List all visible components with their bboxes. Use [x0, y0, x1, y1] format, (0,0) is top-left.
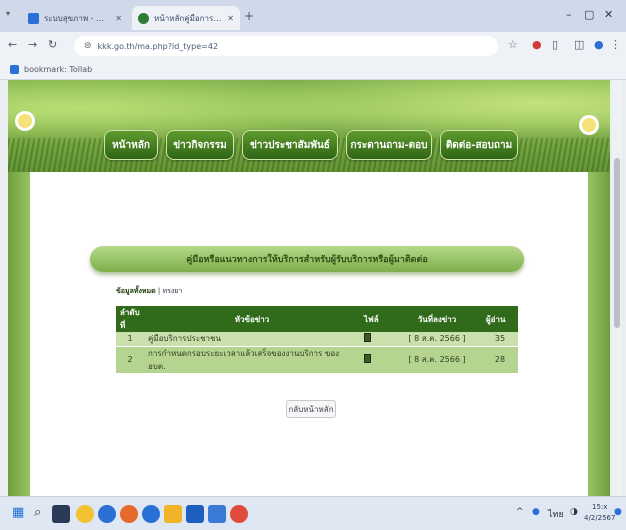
file-download-icon[interactable]	[364, 354, 371, 363]
address-bar-row: ← → ↻ ⊜ kkk.go.th/ma.php?id_type=42 ☆ ● …	[0, 32, 626, 60]
menu-contact[interactable]: ติดต่อ-สอบถาม	[440, 130, 518, 160]
sidepanel-icon[interactable]: ◫	[574, 38, 584, 51]
row-reads: 35	[482, 332, 518, 347]
extension-icon[interactable]: ●	[532, 38, 542, 51]
network-icon[interactable]: ●	[532, 507, 540, 517]
breadcrumb-link[interactable]: ข้อมูลทั้งหมด	[116, 287, 156, 295]
file-download-icon[interactable]	[364, 333, 371, 343]
flower-icon	[18, 114, 32, 128]
row-number: 1	[116, 332, 144, 347]
close-icon[interactable]: ✕	[115, 14, 122, 23]
reload-icon[interactable]: ↻	[48, 38, 57, 51]
os-taskbar: ▦ ⌕ ^ ● ไทย ◑ 15:x 4/2/2567 ●	[0, 496, 626, 530]
bookmark-bar: bookmark: Tollab	[0, 60, 626, 80]
menu-icon[interactable]: ⋮	[610, 38, 621, 51]
edge-icon[interactable]	[142, 505, 160, 523]
row-file-cell	[360, 332, 392, 347]
search-icon[interactable]: ⌕	[34, 505, 41, 520]
row-number: 2	[116, 346, 144, 374]
clock-time: 15:x	[592, 503, 608, 511]
bookmark-item[interactable]: bookmark: Tollab	[24, 65, 92, 74]
table-row: 2 การกำหนดกรอบระยะเวลาแล้วเสร็จของงานบริ…	[116, 346, 518, 374]
table-header-row: ลำดับที่ หัวข้อข่าว ไฟล์ วันที่ลงข่าว ผู…	[116, 306, 518, 332]
store-icon[interactable]	[186, 505, 204, 523]
profile-icon[interactable]: ●	[594, 38, 604, 51]
menu-activities[interactable]: ข่าวกิจกรรม	[166, 130, 234, 160]
start-icon[interactable]: ▦	[12, 505, 24, 520]
site-info-icon[interactable]: ⊜	[84, 41, 92, 51]
scrollbar-thumb[interactable]	[614, 158, 620, 328]
tab-title: ระบบสุขภาพ - Google ...	[44, 13, 110, 23]
language-icon[interactable]: ไทย	[548, 507, 564, 521]
system-clock[interactable]: 15:x 4/2/2567	[584, 502, 615, 524]
row-title-link[interactable]: การกำหนดกรอบระยะเวลาแล้วเสร็จของงานบริกา…	[144, 346, 360, 374]
left-border-decoration	[8, 172, 30, 496]
menu-home[interactable]: หน้าหลัก	[104, 130, 158, 160]
url-text: kkk.go.th/ma.php?id_type=42	[97, 41, 219, 51]
web-viewport: หน้าหลัก ข่าวกิจกรรม ข่าวประชาสัมพันธ์ ก…	[0, 80, 626, 496]
close-window-icon[interactable]: ✕	[604, 8, 613, 21]
new-tab-icon[interactable]: +	[244, 9, 254, 23]
row-title-link[interactable]: คู่มือบริการประชาชน	[144, 332, 360, 347]
site-header: หน้าหลัก ข่าวกิจกรรม ข่าวประชาสัมพันธ์ ก…	[8, 80, 610, 172]
row-date: [ 8 ส.ค. 2566 ]	[392, 346, 482, 374]
flower-icon	[582, 118, 596, 132]
puzzle-icon[interactable]: ▯	[552, 38, 558, 51]
row-file-cell	[360, 346, 392, 374]
chat-icon[interactable]	[98, 505, 116, 523]
restore-icon[interactable]: ▢	[584, 8, 594, 21]
table-row: 1 คู่มือบริการประชาชน [ 8 ส.ค. 2566 ] 35	[116, 332, 518, 347]
browser-tab-2[interactable]: หน้าหลักคู่มือการให้บริการ ... ✕	[132, 6, 240, 30]
close-icon[interactable]: ✕	[227, 14, 234, 23]
right-border-decoration	[588, 172, 610, 496]
documents-table: ลำดับที่ หัวข้อข่าว ไฟล์ วันที่ลงข่าว ผู…	[116, 306, 518, 374]
minimize-icon[interactable]: –	[566, 8, 572, 21]
widgets-icon[interactable]	[76, 505, 94, 523]
browser-tab-1[interactable]: ระบบสุขภาพ - Google ... ✕	[22, 6, 128, 30]
breadcrumb-current: | ทรงยา	[155, 287, 183, 295]
tab-search-icon[interactable]: ▾	[6, 9, 10, 18]
column-header: ไฟล์	[360, 306, 392, 332]
back-to-home-button[interactable]: กลับหน้าหลัก	[286, 400, 336, 418]
column-header: ลำดับที่	[116, 306, 144, 332]
back-icon[interactable]: ←	[8, 38, 17, 51]
notification-icon[interactable]: ●	[614, 507, 622, 517]
breadcrumb: ข้อมูลทั้งหมด | ทรงยา	[116, 286, 182, 297]
menu-announcements[interactable]: ข่าวประชาสัมพันธ์	[242, 130, 338, 160]
tab-favicon-icon	[28, 12, 39, 24]
clock-date: 4/2/2567	[584, 514, 616, 522]
speaker-icon[interactable]: ◑	[570, 507, 578, 517]
menu-qa-board[interactable]: กระดานถาม-ตอบ	[346, 130, 432, 160]
tab-favicon-icon	[138, 12, 149, 24]
task-view-icon[interactable]	[52, 505, 70, 523]
star-icon[interactable]: ☆	[508, 38, 518, 51]
mail-icon[interactable]	[208, 505, 226, 523]
tab-title: หน้าหลักคู่มือการให้บริการ ...	[154, 13, 223, 23]
forward-icon[interactable]: →	[28, 38, 37, 51]
chrome-icon[interactable]	[230, 505, 248, 523]
section-banner: คู่มือหรือแนวทางการให้บริการสำหรับผู้รับ…	[90, 246, 524, 272]
file-explorer-icon[interactable]	[164, 505, 182, 523]
column-header: ผู้อ่าน	[482, 306, 518, 332]
bookmark-favicon-icon	[10, 65, 19, 74]
app-icon[interactable]	[120, 505, 138, 523]
page-container: หน้าหลัก ข่าวกิจกรรม ข่าวประชาสัมพันธ์ ก…	[8, 80, 610, 496]
column-header: วันที่ลงข่าว	[392, 306, 482, 332]
row-reads: 28	[482, 346, 518, 374]
url-input[interactable]: ⊜ kkk.go.th/ma.php?id_type=42	[74, 36, 498, 56]
browser-tab-bar: ▾ ระบบสุขภาพ - Google ... ✕ หน้าหลักคู่ม…	[0, 0, 626, 32]
column-header: หัวข้อข่าว	[144, 306, 360, 332]
row-date: [ 8 ส.ค. 2566 ]	[392, 332, 482, 347]
tray-chevron-icon[interactable]: ^	[516, 507, 524, 517]
